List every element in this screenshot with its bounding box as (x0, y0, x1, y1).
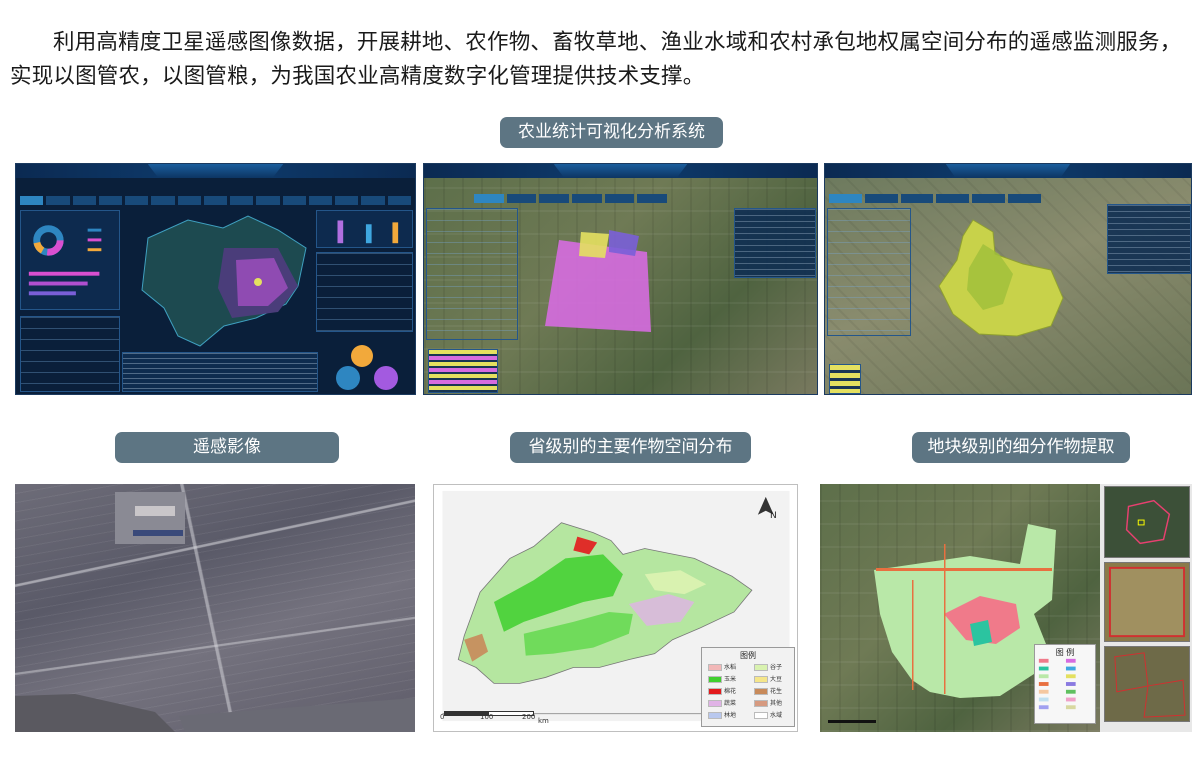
dashboard-tabs (829, 194, 1041, 203)
map-legend-item: 蔬菜 (708, 698, 736, 707)
plot-legend-swatches (1038, 658, 1076, 710)
bubble-buttons (334, 334, 414, 394)
map-legend-item: 玉米 (708, 674, 736, 683)
left-table (827, 208, 911, 336)
map-legend-swatch (754, 712, 768, 719)
info-panel (734, 208, 816, 278)
dashboard-tabs (474, 194, 668, 203)
map-legend-item: 水稻 (708, 662, 736, 671)
map-legend-swatch (754, 676, 768, 683)
plot-legend: 图 例 (1034, 644, 1096, 724)
province-crop-map: N 图例 水稻 谷子玉米 大豆棉花 花生蔬菜 其他林地 水域 0 100 200 km (433, 484, 798, 732)
text-panel (122, 352, 318, 392)
map-legend-item: 林地 (708, 710, 736, 719)
legend-panel (829, 364, 861, 394)
intro-paragraph: 利用高精度卫星遥感图像数据，开展耕地、农作物、畜牧草地、渔业水域和农村承包地权属… (10, 26, 1190, 94)
inset-overview (1104, 486, 1190, 558)
map-legend-label: 谷子 (770, 664, 783, 671)
map-legend: 图例 水稻 谷子玉米 大豆棉花 花生蔬菜 其他林地 水域 (701, 647, 795, 727)
map-legend-swatch (708, 688, 722, 695)
map-legend-item: 大豆 (754, 674, 782, 683)
province-crop-label: 省级别的主要作物空间分布 (510, 432, 751, 463)
map-legend-label: 水域 (770, 712, 783, 719)
map-legend-label: 蔬菜 (724, 700, 737, 707)
inset-plot-boundaries (1104, 646, 1190, 722)
remote-sensing-label: 遥感影像 (115, 432, 339, 463)
intro-text: 利用高精度卫星遥感图像数据，开展耕地、农作物、畜牧草地、渔业水域和农村承包地权属… (10, 30, 1182, 89)
map-legend-title: 图例 (740, 651, 756, 660)
scale-tick-100: 100 (480, 713, 494, 721)
map-legend-item: 水域 (754, 710, 782, 719)
map-legend-item: 谷子 (754, 662, 782, 671)
map-legend-label: 水稻 (724, 664, 737, 671)
scale-tick-200: 200 (522, 713, 536, 721)
map-legend-swatch (708, 712, 722, 719)
plot-scale-bar (828, 720, 876, 723)
map-legend-label: 玉米 (724, 676, 737, 683)
map-legend-swatch (754, 700, 768, 707)
north-arrow-label: N (770, 511, 777, 521)
map-legend-item: 花生 (754, 686, 782, 695)
map-legend-item: 其他 (754, 698, 782, 707)
scale-tick-0: 0 (440, 713, 445, 721)
dashboard-tabs (20, 196, 411, 205)
plot-crop-map: 图 例 (820, 484, 1192, 732)
dashboard-title-bar (424, 164, 817, 178)
donut-panel (20, 210, 120, 310)
inset-zoom-field (1104, 562, 1190, 642)
region-crop-overlay (933, 214, 1073, 344)
map-legend-label: 棉花 (724, 688, 737, 695)
map-legend-swatch (754, 664, 768, 671)
info-panel (1107, 204, 1191, 274)
right-table (316, 252, 413, 332)
map-legend-item: 棉花 (708, 686, 736, 695)
bar-panel (316, 210, 413, 248)
map-legend-swatch (708, 664, 722, 671)
scale-unit: km (538, 717, 549, 725)
plot-crop-label: 地块级别的细分作物提取 (912, 432, 1130, 463)
donut-chart (28, 225, 102, 296)
crop-overlay (539, 222, 669, 342)
map-legend-label: 林地 (724, 712, 737, 719)
dashboard-screenshot-crop-map (423, 163, 818, 395)
left-table (426, 208, 518, 340)
map-legend-label: 大豆 (770, 676, 783, 683)
map-legend-swatch (754, 688, 768, 695)
map-legend-label: 其他 (770, 700, 783, 707)
dashboard-title-bar (825, 164, 1191, 178)
map-legend-label: 花生 (770, 688, 783, 695)
dashboard-title-bar (16, 164, 415, 178)
system-label: 农业统计可视化分析系统 (500, 117, 723, 148)
map-legend-swatch (708, 676, 722, 683)
remote-sensing-image (15, 484, 415, 732)
map-legend-swatch (708, 700, 722, 707)
province-map (128, 208, 323, 356)
dashboard-screenshot-region-map (824, 163, 1192, 395)
dashboard-screenshot-overview (15, 163, 416, 395)
left-table (20, 316, 120, 392)
legend-panel (428, 349, 498, 393)
